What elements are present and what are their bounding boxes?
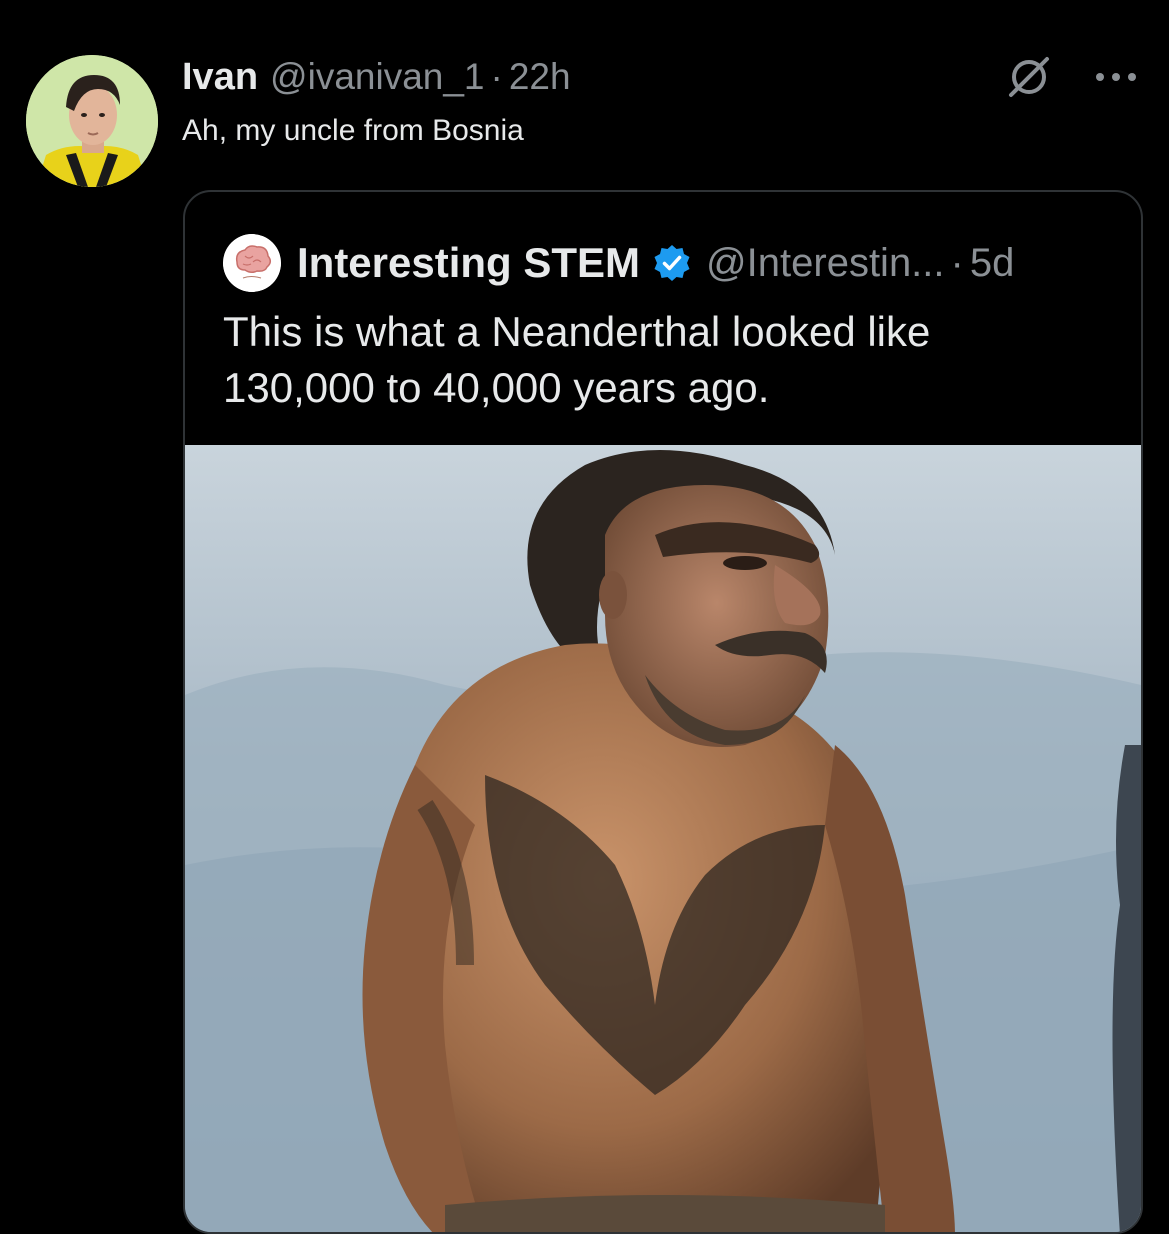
avatar-image <box>26 55 158 187</box>
tweet[interactable]: Ivan @ivanivan_1 · 22h Ah, my uncle from… <box>0 0 1169 1234</box>
quoted-tweet[interactable]: Interesting STEM @Interestin... · 5d Thi… <box>183 190 1143 1234</box>
brain-logo-icon <box>223 234 281 292</box>
author-avatar[interactable] <box>26 55 158 187</box>
quoted-tweet-time[interactable]: 5d <box>970 241 1015 286</box>
author-handle[interactable]: @ivanivan_1 <box>270 56 484 98</box>
quoted-tweet-header: Interesting STEM @Interestin... · 5d <box>223 232 1014 294</box>
tweet-text: Ah, my uncle from Bosnia <box>182 114 524 147</box>
grok-icon[interactable] <box>1005 53 1053 101</box>
quoted-tweet-text: This is what a Neanderthal looked like 1… <box>223 304 1103 416</box>
tweet-time[interactable]: 22h <box>509 56 571 98</box>
tweet-actions-top <box>1005 52 1139 102</box>
quoted-tweet-media[interactable] <box>185 445 1141 1232</box>
quoted-author-avatar[interactable] <box>223 234 281 292</box>
tweet-header: Ivan @ivanivan_1 · 22h <box>182 52 571 102</box>
verified-badge-icon <box>652 243 692 283</box>
more-options-icon[interactable] <box>1093 70 1139 84</box>
quoted-author-name[interactable]: Interesting STEM <box>297 239 640 287</box>
quoted-tweet-text-line: This is what a Neanderthal looked like <box>223 308 931 355</box>
quoted-author-handle[interactable]: @Interestin... <box>706 241 944 286</box>
separator-dot: · <box>950 240 964 285</box>
separator-dot: · <box>490 56 503 97</box>
neanderthal-image <box>185 445 1141 1232</box>
quoted-tweet-text-line: 130,000 to 40,000 years ago. <box>223 364 770 411</box>
author-name[interactable]: Ivan <box>182 56 258 99</box>
